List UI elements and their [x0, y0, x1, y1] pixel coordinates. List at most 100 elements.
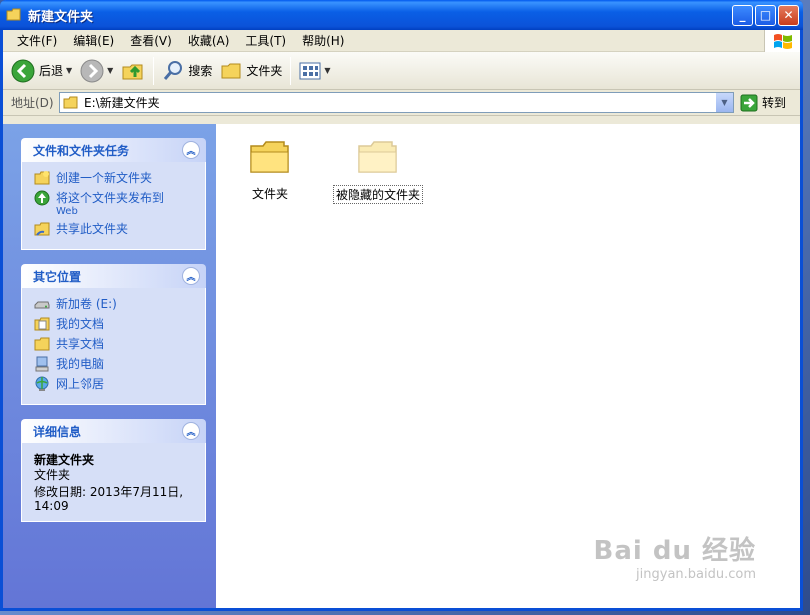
- collapse-icon[interactable]: ︽: [182, 267, 200, 285]
- menu-view[interactable]: 查看(V): [122, 31, 180, 51]
- place-label: 新加卷 (E:): [56, 297, 117, 311]
- close-button[interactable]: ✕: [778, 4, 799, 26]
- place-label: 网上邻居: [56, 377, 105, 391]
- task-new-folder[interactable]: 创建一个新文件夹: [34, 170, 197, 186]
- menu-file[interactable]: 文件(F): [9, 31, 65, 51]
- task-pane: 文件和文件夹任务 ︽ 创建一个新文件夹 将这个文件夹发布到 Web 共享此文件夹…: [3, 124, 216, 608]
- places-panel-title: 其它位置: [33, 269, 82, 284]
- menu-help[interactable]: 帮助(H): [294, 31, 352, 51]
- task-publish-web[interactable]: 将这个文件夹发布到 Web: [34, 190, 197, 217]
- new-folder-icon: [34, 171, 50, 185]
- search-icon: [164, 60, 183, 80]
- back-arrow-icon: [11, 59, 35, 82]
- place-label: 我的电脑: [56, 357, 105, 371]
- detail-modified-date: 修改日期: 2013年7月11日,: [34, 485, 184, 499]
- folder-icon: [250, 141, 289, 173]
- publish-web-icon: [34, 190, 50, 206]
- folder-icon: [63, 96, 78, 108]
- menu-bar: 文件(F) 编辑(E) 查看(V) 收藏(A) 工具(T) 帮助(H): [3, 30, 800, 52]
- forward-arrow-icon: [80, 59, 104, 82]
- details-panel: 详细信息 ︽ 新建文件夹 文件夹 修改日期: 2013年7月11日, 14:09: [21, 419, 206, 522]
- menu-tools[interactable]: 工具(T): [237, 31, 294, 51]
- address-dropdown-button[interactable]: ▼: [716, 93, 733, 112]
- place-label: 共享文档: [56, 337, 105, 351]
- views-button[interactable]: ▼: [295, 55, 334, 87]
- share-folder-icon: [34, 222, 50, 236]
- my-documents-icon: [34, 317, 50, 331]
- file-item-folder[interactable]: 文件夹: [246, 138, 294, 202]
- tasks-panel-body: 创建一个新文件夹 将这个文件夹发布到 Web 共享此文件夹: [21, 162, 206, 250]
- maximize-button[interactable]: □: [755, 4, 776, 26]
- baidu-watermark: Bai du 经验 jingyan.baidu.com: [594, 530, 757, 582]
- go-arrow-icon: [740, 94, 758, 111]
- places-panel-body: 新加卷 (E:) 我的文档 共享文档 我的电脑 网上邻居: [21, 288, 206, 405]
- collapse-icon[interactable]: ︽: [182, 141, 200, 159]
- places-panel-header[interactable]: 其它位置 ︽: [21, 264, 206, 288]
- title-bar[interactable]: 新建文件夹 _ □ ✕: [0, 0, 803, 30]
- detail-modified-time: 14:09: [34, 499, 69, 513]
- search-label: 搜索: [188, 64, 213, 78]
- address-input[interactable]: E:\新建文件夹 ▼: [59, 92, 734, 113]
- my-computer-icon: [35, 356, 49, 372]
- task-sublabel: Web: [56, 206, 78, 217]
- back-button[interactable]: 后退 ▼: [7, 55, 76, 87]
- toolbar: 后退 ▼ ▼ 搜索 文件夹 ▼: [3, 52, 800, 90]
- task-label: 共享此文件夹: [56, 222, 129, 236]
- details-panel-title: 详细信息: [33, 424, 82, 439]
- file-item-hidden-folder[interactable]: 被隐藏的文件夹: [333, 138, 423, 204]
- folders-button[interactable]: 文件夹: [216, 55, 286, 87]
- windows-logo-icon: [764, 30, 800, 52]
- folders-label: 文件夹: [246, 64, 283, 78]
- place-my-computer[interactable]: 我的电脑: [34, 356, 197, 372]
- folder-icon: [358, 141, 397, 173]
- file-item-label: 文件夹: [251, 187, 288, 201]
- window-title: 新建文件夹: [28, 9, 94, 25]
- content-area: 文件和文件夹任务 ︽ 创建一个新文件夹 将这个文件夹发布到 Web 共享此文件夹…: [3, 124, 800, 608]
- address-label: 地址(D): [11, 96, 54, 110]
- folder-icon: [6, 8, 21, 21]
- details-panel-header[interactable]: 详细信息 ︽: [21, 419, 206, 443]
- collapse-icon[interactable]: ︽: [182, 422, 200, 440]
- network-places-icon: [35, 376, 49, 391]
- watermark-line2: jingyan.baidu.com: [636, 567, 756, 582]
- back-label: 后退: [39, 64, 64, 78]
- detail-item-type: 文件夹: [34, 468, 71, 482]
- go-label: 转到: [762, 96, 787, 110]
- forward-button[interactable]: ▼: [76, 55, 117, 87]
- place-network-places[interactable]: 网上邻居: [34, 376, 197, 392]
- places-panel: 其它位置 ︽ 新加卷 (E:) 我的文档 共享文档 我的电脑 网上邻居: [21, 264, 206, 405]
- menu-favorites[interactable]: 收藏(A): [180, 31, 238, 51]
- go-button[interactable]: 转到: [740, 94, 796, 112]
- address-value: E:\新建文件夹: [84, 96, 160, 110]
- place-my-documents[interactable]: 我的文档: [34, 316, 197, 332]
- task-label: 将这个文件夹发布到: [56, 191, 165, 205]
- folders-icon: [221, 63, 241, 78]
- tasks-panel: 文件和文件夹任务 ︽ 创建一个新文件夹 将这个文件夹发布到 Web 共享此文件夹: [21, 138, 206, 250]
- explorer-window: 新建文件夹 _ □ ✕ 文件(F) 编辑(E) 查看(V) 收藏(A) 工具(T…: [0, 0, 803, 611]
- shared-documents-icon: [34, 337, 50, 351]
- up-folder-button[interactable]: [117, 55, 149, 87]
- file-item-label: 被隐藏的文件夹: [333, 185, 423, 204]
- task-share-folder[interactable]: 共享此文件夹: [34, 221, 197, 237]
- place-drive-e[interactable]: 新加卷 (E:): [34, 296, 197, 312]
- file-list: 文件夹 被隐藏的文件夹 Bai du 经验 jingyan.baidu.com: [216, 124, 800, 608]
- toolbar-separator: [290, 56, 292, 85]
- detail-item-name: 新建文件夹: [34, 453, 95, 467]
- details-panel-body: 新建文件夹 文件夹 修改日期: 2013年7月11日, 14:09: [21, 443, 206, 522]
- chevron-down-icon[interactable]: ▼: [66, 66, 72, 75]
- chevron-down-icon[interactable]: ▼: [107, 66, 113, 75]
- address-bar: 地址(D) E:\新建文件夹 ▼ 转到: [3, 90, 800, 116]
- task-label: 创建一个新文件夹: [56, 171, 153, 185]
- toolbar-separator: [153, 56, 155, 85]
- menu-edit[interactable]: 编辑(E): [65, 31, 122, 51]
- drive-icon: [34, 301, 50, 309]
- place-shared-documents[interactable]: 共享文档: [34, 336, 197, 352]
- chevron-down-icon[interactable]: ▼: [324, 66, 330, 75]
- tasks-panel-header[interactable]: 文件和文件夹任务 ︽: [21, 138, 206, 162]
- up-folder-icon: [122, 64, 143, 79]
- minimize-button[interactable]: _: [732, 4, 753, 26]
- views-icon: [299, 62, 321, 79]
- watermark-line1: Bai du 经验: [593, 536, 756, 566]
- search-button[interactable]: 搜索: [158, 55, 216, 87]
- place-label: 我的文档: [56, 317, 105, 331]
